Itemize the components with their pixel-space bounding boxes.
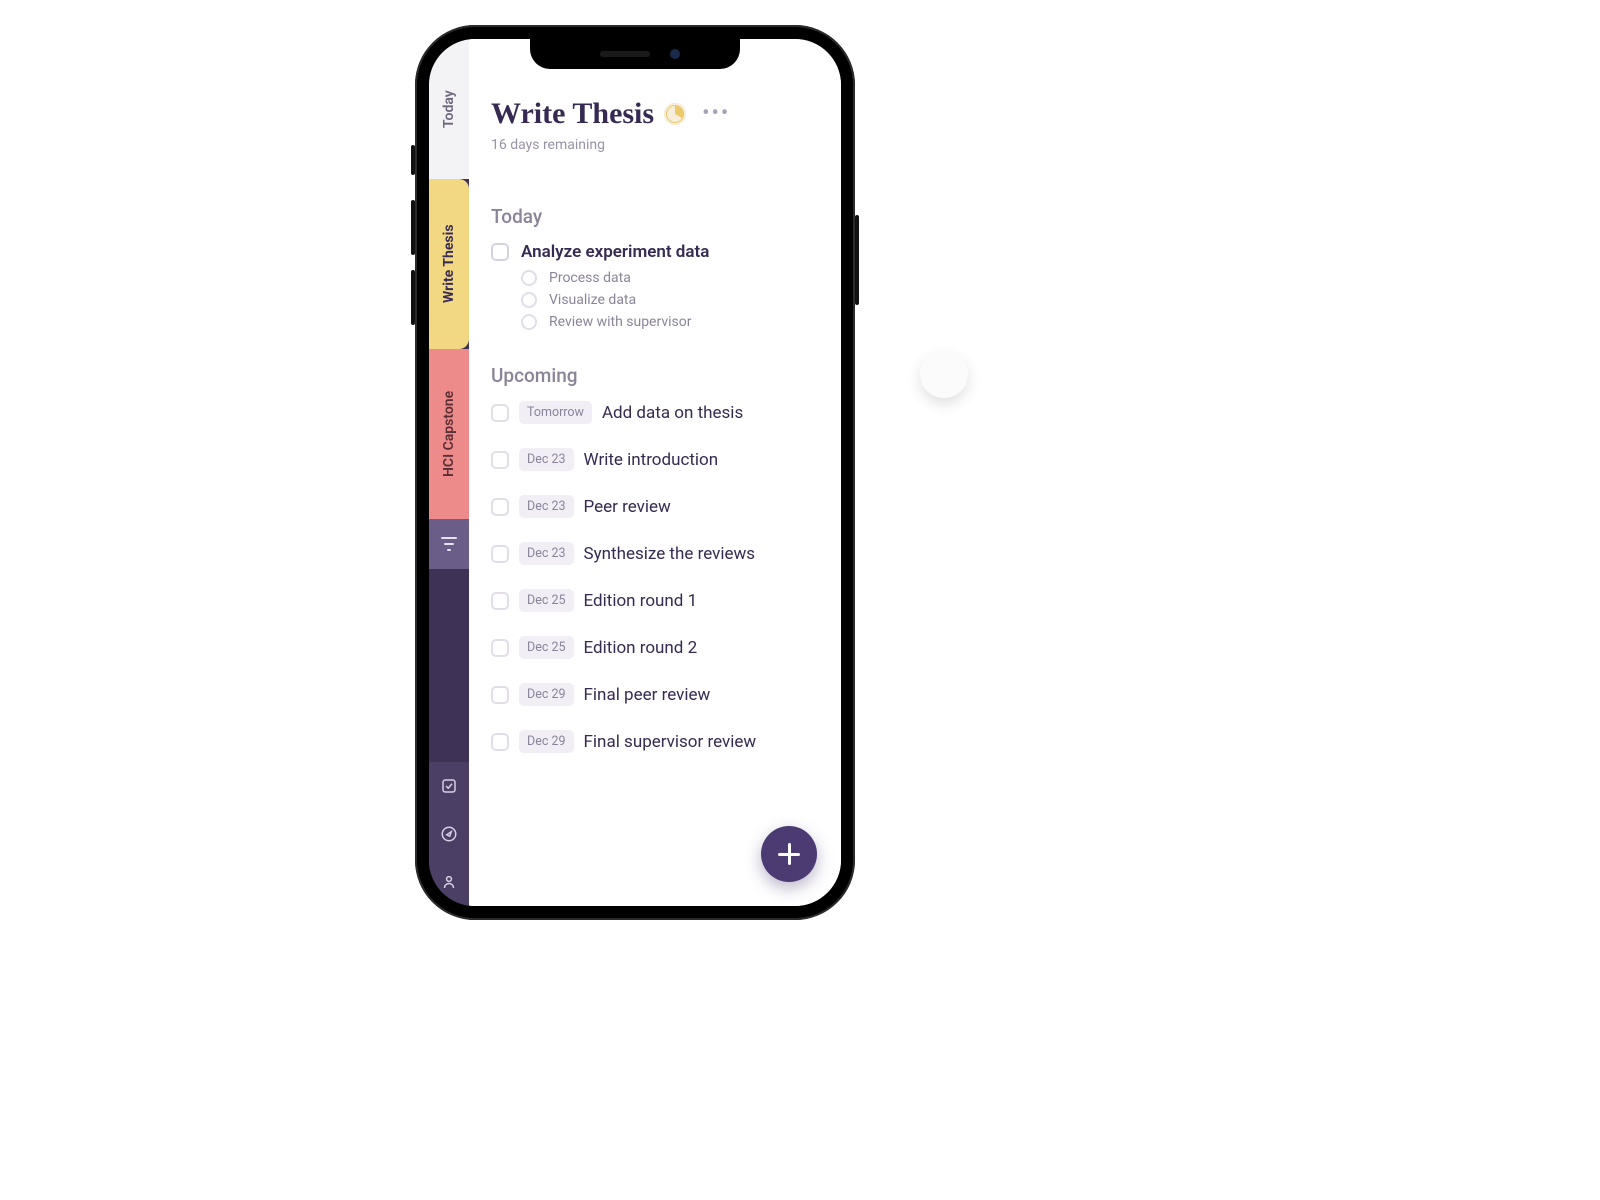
upcoming-list: Tomorrow Add data on thesis Dec 23 Write… [491,401,819,753]
checkbox[interactable] [491,733,509,751]
subtask-label: Visualize data [549,292,636,308]
today-subtask-list: Process data Visualize data Review with … [521,270,819,330]
upcoming-label: Edition round 1 [584,591,698,611]
checkbox[interactable] [491,243,509,261]
upcoming-label: Write introduction [584,450,719,470]
upcoming-row[interactable]: Dec 23 Write introduction [491,448,819,471]
date-chip: Dec 29 [519,730,574,753]
compass-icon [440,825,458,843]
sidebar-tab-write-thesis[interactable]: Write Thesis [429,179,469,349]
checkbox[interactable] [491,451,509,469]
date-chip: Dec 25 [519,636,574,659]
phone-notch [530,39,740,69]
sidebar-tab-hci-capstone[interactable]: HCI Capstone [429,349,469,519]
checkbox[interactable] [491,592,509,610]
upcoming-row[interactable]: Dec 23 Synthesize the reviews [491,542,819,565]
checkbox[interactable] [491,639,509,657]
date-chip: Tomorrow [519,401,592,424]
checkbox[interactable] [491,545,509,563]
upcoming-label: Final supervisor review [584,732,757,752]
subtask-row[interactable]: Process data [521,270,819,286]
page-subtitle: 16 days remaining [491,137,819,153]
phone-frame: Today Write Thesis HCI Capstone [415,25,855,920]
section-label-upcoming: Upcoming [491,364,819,387]
subtask-label: Review with supervisor [549,314,692,330]
app-root: Today Write Thesis HCI Capstone [429,39,841,906]
sidebar-tab-today[interactable]: Today [429,39,469,179]
phone-volume-up [411,200,415,255]
date-chip: Dec 23 [519,495,574,518]
sidebar-filter-button[interactable] [429,519,469,569]
checkbox[interactable] [491,686,509,704]
phone-mute-switch [411,145,415,175]
radio[interactable] [521,314,537,330]
upcoming-row[interactable]: Dec 23 Peer review [491,495,819,518]
upcoming-row[interactable]: Dec 29 Final peer review [491,683,819,706]
phone-power-button [855,215,859,305]
upcoming-row[interactable]: Dec 25 Edition round 2 [491,636,819,659]
date-chip: Dec 23 [519,448,574,471]
radio[interactable] [521,292,537,308]
checklist-icon [440,777,458,795]
upcoming-label: Synthesize the reviews [584,544,756,564]
upcoming-label: Add data on thesis [602,403,743,423]
floating-bubble[interactable] [920,350,968,398]
upcoming-label: Final peer review [584,685,711,705]
page-title: Write Thesis [491,97,654,131]
today-task-row[interactable]: Analyze experiment data [491,242,819,262]
filter-icon [441,537,457,551]
phone-screen: Today Write Thesis HCI Capstone [429,39,841,906]
upcoming-row[interactable]: Tomorrow Add data on thesis [491,401,819,424]
upcoming-row[interactable]: Dec 25 Edition round 1 [491,589,819,612]
subtask-row[interactable]: Review with supervisor [521,314,819,330]
sidebar-profile-button[interactable] [429,858,469,906]
phone-volume-down [411,270,415,325]
radio[interactable] [521,270,537,286]
upcoming-label: Peer review [584,497,671,517]
progress-pie-icon [664,103,686,125]
upcoming-row[interactable]: Dec 29 Final supervisor review [491,730,819,753]
main-content: Write Thesis ••• 16 days remaining Today… [469,39,841,906]
checkbox[interactable] [491,498,509,516]
profile-icon [440,873,458,891]
title-row: Write Thesis ••• [491,97,819,131]
sidebar: Today Write Thesis HCI Capstone [429,39,469,906]
date-chip: Dec 25 [519,589,574,612]
sidebar-explore-button[interactable] [429,810,469,858]
sidebar-checklist-button[interactable] [429,762,469,810]
subtask-label: Process data [549,270,631,286]
subtask-row[interactable]: Visualize data [521,292,819,308]
sidebar-spacer [429,569,469,762]
date-chip: Dec 23 [519,542,574,565]
more-menu-button[interactable]: ••• [702,103,730,125]
upcoming-label: Edition round 2 [584,638,698,658]
today-task-label: Analyze experiment data [521,242,709,262]
date-chip: Dec 29 [519,683,574,706]
section-label-today: Today [491,205,819,228]
checkbox[interactable] [491,404,509,422]
add-task-button[interactable] [761,826,817,882]
